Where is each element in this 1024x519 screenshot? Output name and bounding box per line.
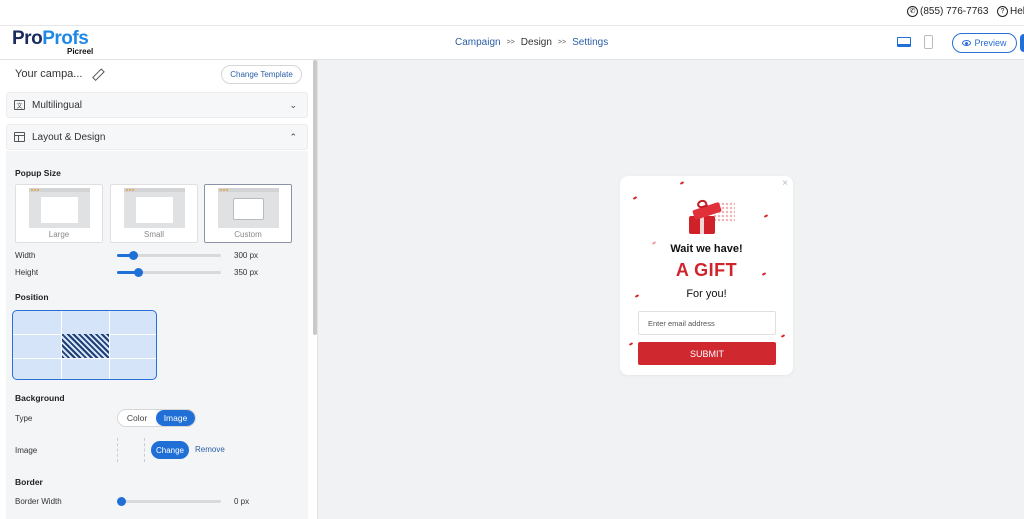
background-image-thumbnail xyxy=(117,438,145,462)
edge-button[interactable] xyxy=(1020,34,1024,52)
submit-button[interactable]: SUBMIT xyxy=(638,342,776,365)
top-utility-bar: ✆ (855) 776-7763 ? Help xyxy=(0,0,1024,26)
width-slider[interactable] xyxy=(117,251,221,260)
confetti-decoration xyxy=(679,181,685,185)
type-option-image[interactable]: Image xyxy=(156,410,195,426)
breadcrumb-design[interactable]: Design xyxy=(521,37,552,48)
breadcrumb-campaign[interactable]: Campaign xyxy=(455,37,501,48)
height-value: 350 px xyxy=(234,268,259,277)
width-slider-handle[interactable] xyxy=(129,251,138,260)
eye-icon xyxy=(962,40,972,46)
chevron-down-icon: ⌄ xyxy=(289,100,297,110)
logo-product-name: Picreel xyxy=(67,47,94,56)
email-input[interactable]: Enter email address xyxy=(638,311,776,335)
gift-box-image xyxy=(683,198,735,240)
breadcrumb: Campaign >> Design >> Settings xyxy=(455,37,608,48)
design-panel: Your campa... Change Template 文 Multilin… xyxy=(0,60,318,519)
logo-profs: Profs xyxy=(42,28,89,49)
popup-gift-title: A GIFT xyxy=(675,260,738,280)
grid-divider xyxy=(13,358,156,359)
layout-design-label: Layout & Design xyxy=(32,131,106,143)
height-label: Height xyxy=(15,268,39,277)
change-image-button[interactable]: Change xyxy=(151,441,189,459)
pencil-icon[interactable] xyxy=(92,69,102,79)
campaign-name-row: Your campa... xyxy=(15,68,102,80)
image-label: Image xyxy=(15,446,38,455)
mobile-icon[interactable] xyxy=(924,35,933,49)
breadcrumb-separator: >> xyxy=(557,39,567,46)
breadcrumb-separator: >> xyxy=(506,39,515,46)
multilingual-section-header[interactable]: 文 Multilingual ⌄ xyxy=(6,92,308,118)
chevron-up-icon: ⌃ xyxy=(289,132,297,142)
panel-scrollbar[interactable] xyxy=(313,60,317,335)
confetti-decoration xyxy=(632,196,638,200)
popup-size-title: Popup Size xyxy=(15,168,61,178)
phone-contact[interactable]: ✆ (855) 776-7763 xyxy=(907,6,988,17)
width-label: Width xyxy=(15,251,36,260)
height-slider-handle[interactable] xyxy=(134,268,143,277)
size-option-label: Large xyxy=(48,230,70,239)
border-width-slider-handle[interactable] xyxy=(117,497,126,506)
remove-image-link[interactable]: Remove xyxy=(195,445,225,454)
size-option-custom[interactable]: Custom xyxy=(204,184,292,243)
proprofs-logo[interactable]: ProProfs Picreel xyxy=(12,28,93,57)
close-icon[interactable]: × xyxy=(782,178,788,189)
preview-label: Preview xyxy=(974,38,1007,48)
confetti-decoration xyxy=(780,334,786,338)
translate-icon: 文 xyxy=(14,100,25,110)
position-cell-center-selected[interactable] xyxy=(62,334,109,358)
phone-number: (855) 776-7763 xyxy=(920,6,989,17)
position-grid[interactable] xyxy=(12,310,157,380)
confetti-decoration xyxy=(763,214,769,218)
confetti-decoration xyxy=(628,342,634,346)
layout-icon xyxy=(14,132,25,142)
campaign-name: Your campa... xyxy=(15,68,83,80)
size-option-label: Small xyxy=(143,230,164,239)
background-type-toggle: Color Image xyxy=(117,409,196,427)
type-option-color[interactable]: Color xyxy=(118,410,156,426)
background-title: Background xyxy=(15,393,65,403)
position-title: Position xyxy=(15,292,49,302)
preview-button[interactable]: Preview xyxy=(952,33,1017,53)
change-template-button[interactable]: Change Template xyxy=(221,65,302,84)
help-label: Help xyxy=(1010,6,1024,17)
breadcrumb-settings[interactable]: Settings xyxy=(572,37,608,48)
size-option-large[interactable]: Large xyxy=(15,184,103,243)
app-header: ProProfs Picreel Campaign >> Design >> S… xyxy=(0,26,1024,60)
layout-design-section-header[interactable]: Layout & Design ⌃ xyxy=(6,124,308,150)
popup-subline: For you! xyxy=(686,288,727,300)
logo-pro: Pro xyxy=(12,28,43,49)
laptop-icon[interactable] xyxy=(897,37,911,47)
border-width-slider[interactable] xyxy=(117,497,221,506)
width-value: 300 px xyxy=(234,251,259,260)
size-option-label: Custom xyxy=(234,230,262,239)
grid-divider xyxy=(109,311,110,379)
multilingual-label: Multilingual xyxy=(32,99,83,111)
type-label: Type xyxy=(15,414,33,423)
popup-headline: Wait we have! xyxy=(670,243,743,255)
question-icon: ? xyxy=(997,6,1008,17)
phone-icon: ✆ xyxy=(907,6,918,17)
border-width-value: 0 px xyxy=(234,497,250,506)
height-slider[interactable] xyxy=(117,268,221,277)
border-width-label: Border Width xyxy=(15,497,62,506)
border-title: Border xyxy=(15,477,43,487)
help-link[interactable]: ? Help xyxy=(997,6,1024,17)
popup-preview: × Wait we have! A GIFT For you! Enter em… xyxy=(620,176,793,375)
size-option-small[interactable]: Small xyxy=(110,184,198,243)
